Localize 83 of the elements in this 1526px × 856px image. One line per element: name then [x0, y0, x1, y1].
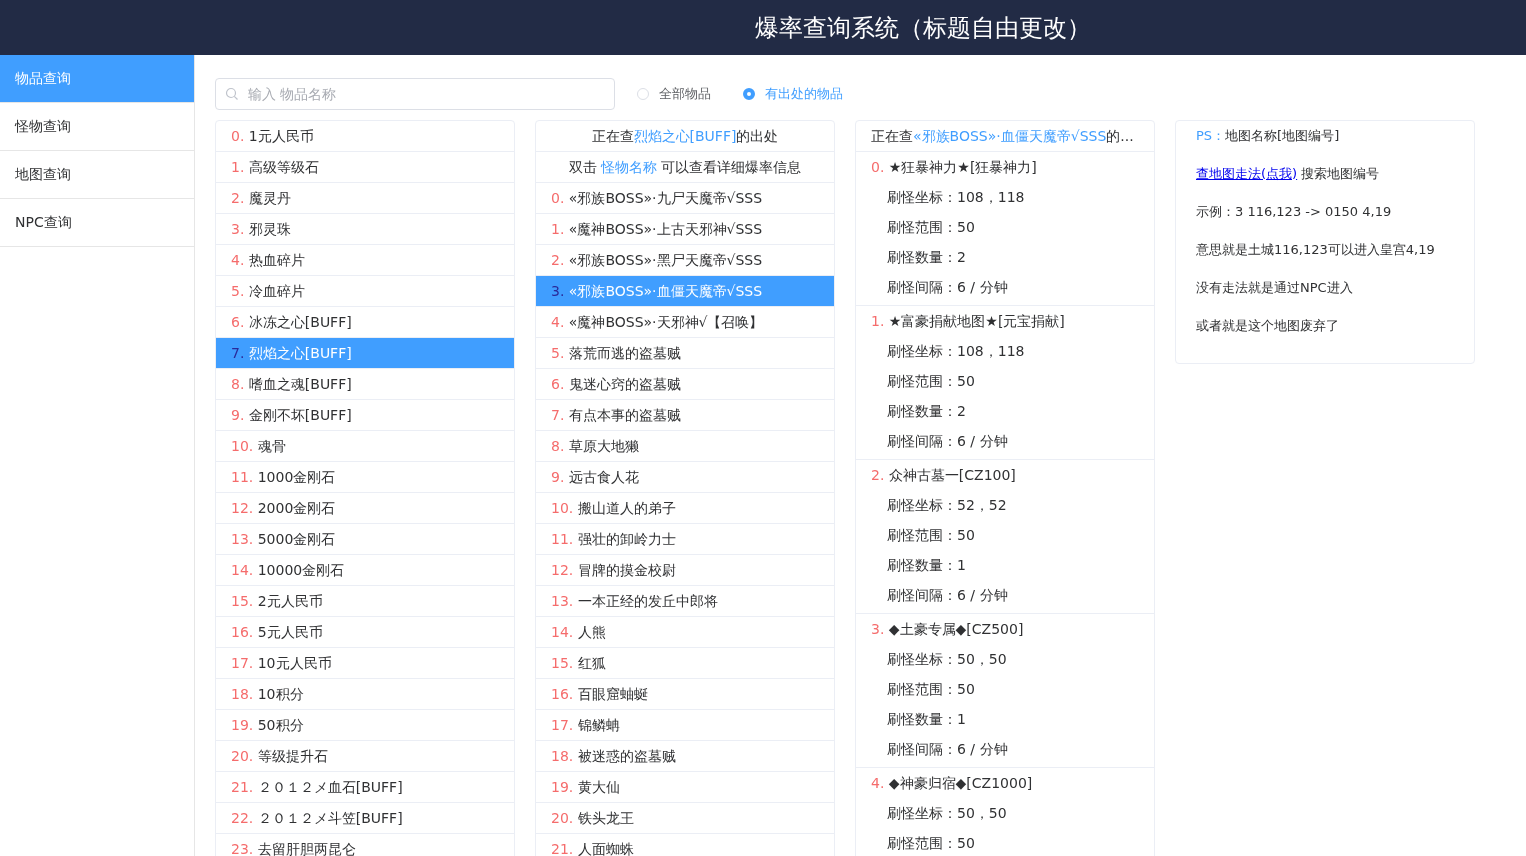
list-item[interactable]: 8. 嗜血之魂[BUFF]: [216, 369, 514, 400]
list-item[interactable]: 17. 锦鳞蚺: [536, 710, 834, 741]
map-title: 1. ★富豪捐献地图★[元宝捐献]: [870, 312, 1066, 331]
list-item[interactable]: 13. 5000金刚石: [216, 524, 514, 555]
spawn-detail: 刷怪范围：50: [886, 526, 976, 545]
spawn-detail: 刷怪范围：50: [886, 372, 976, 391]
list-item[interactable]: 18. 被迷惑的盗墓贼: [536, 741, 834, 772]
note-text: 意思就是土城116,123可以进入皇宫4,19: [1196, 241, 1436, 259]
spawn-detail: 刷怪间隔：6 / 分钟: [886, 586, 1009, 605]
list-item[interactable]: 10. 魂骨: [216, 431, 514, 462]
list-item[interactable]: 0. «邪族BOSS»·九尸天魔帝√SSS: [536, 183, 834, 214]
list-item[interactable]: 20. 等级提升石: [216, 741, 514, 772]
list-item[interactable]: 0. 1元人民币: [216, 121, 514, 152]
list-item[interactable]: 10. 搬山道人的弟子: [536, 493, 834, 524]
note-text: PS：地图名称[地图编号]: [1196, 127, 1341, 145]
list-heading: 正在查«邪族BOSS»·血僵天魔帝√SSS的...: [856, 121, 1154, 152]
list-item[interactable]: 1. «魔神BOSS»·上古天邪神√SSS: [536, 214, 834, 245]
map-title: 3. ◆土豪专属◆[CZ500]: [870, 620, 1025, 639]
sidebar-item[interactable]: 地图查询: [0, 151, 194, 199]
list-item[interactable]: 5. 落荒而逃的盗墓贼: [536, 338, 834, 369]
list-item[interactable]: 14. 10000金刚石: [216, 555, 514, 586]
list-item[interactable]: 21. ２０１２メ血石[BUFF]: [216, 772, 514, 803]
list-item[interactable]: 4. «魔神BOSS»·天邪神√【召唤】: [536, 307, 834, 338]
list-item[interactable]: 1. 高级等级石: [216, 152, 514, 183]
list-item[interactable]: 12. 2000金刚石: [216, 493, 514, 524]
list-item[interactable]: 3. «邪族BOSS»·血僵天魔帝√SSS: [536, 276, 834, 307]
spawn-detail: 刷怪间隔：6 / 分钟: [886, 432, 1009, 451]
list-item[interactable]: 9. 金刚不坏[BUFF]: [216, 400, 514, 431]
page-title: 爆率查询系统（标题自由更改）: [755, 12, 1091, 44]
list-item[interactable]: 2. 魔灵丹: [216, 183, 514, 214]
search-field[interactable]: 输入 物品名称: [215, 78, 615, 110]
list-item[interactable]: 3. 邪灵珠: [216, 214, 514, 245]
list-item[interactable]: 12. 冒牌的摸金校尉: [536, 555, 834, 586]
note-text: 没有走法就是通过NPC进入: [1196, 279, 1354, 297]
list-item[interactable]: 5. 冷血碎片: [216, 276, 514, 307]
spawn-detail: 刷怪坐标：50，50: [886, 650, 1008, 669]
list-item[interactable]: 18. 10积分: [216, 679, 514, 710]
note-text: 示例：3 116,123 -> 0150 4,19: [1196, 203, 1393, 221]
spawn-detail: 刷怪坐标：50，50: [886, 804, 1008, 823]
list-item[interactable]: 11. 强壮的卸岭力士: [536, 524, 834, 555]
list-item[interactable]: 13. 一本正经的发丘中郎将: [536, 586, 834, 617]
spawn-detail: 刷怪数量：1: [886, 556, 967, 575]
spawn-detail: 刷怪范围：50: [886, 834, 976, 853]
map-title: 4. ◆神豪归宿◆[CZ1000]: [870, 774, 1034, 793]
list-item[interactable]: 20. 铁头龙王: [536, 803, 834, 834]
map-route-link[interactable]: 查地图走法(点我): [1196, 166, 1298, 181]
list-item[interactable]: 7. 烈焰之心[BUFF]: [216, 338, 514, 369]
list-item[interactable]: 15. 2元人民币: [216, 586, 514, 617]
spawn-detail: 刷怪数量：2: [886, 248, 967, 267]
sidebar-item[interactable]: 怪物查询: [0, 103, 194, 151]
list-item[interactable]: 22. ２０１２メ斗笠[BUFF]: [216, 803, 514, 834]
spawn-detail: 刷怪间隔：6 / 分钟: [886, 740, 1009, 759]
spawn-detail: 刷怪数量：2: [886, 402, 967, 421]
list-item[interactable]: 14. 人熊: [536, 617, 834, 648]
spawn-detail: 刷怪范围：50: [886, 680, 976, 699]
list-item[interactable]: 7. 有点本事的盗墓贼: [536, 400, 834, 431]
note-text: 搜索地图编号: [1300, 166, 1380, 181]
list-item[interactable]: 19. 50积分: [216, 710, 514, 741]
list-item[interactable]: 4. 热血碎片: [216, 245, 514, 276]
list-heading: 正在查烈焰之心[BUFF]的出处: [536, 121, 834, 152]
spawn-detail: 刷怪间隔：6 / 分钟: [886, 278, 1009, 297]
spawn-detail: 刷怪坐标：108，118: [886, 188, 1026, 207]
spawn-detail: 刷怪坐标：108，118: [886, 342, 1026, 361]
list-item[interactable]: 21. 人面蜘蛛: [536, 834, 834, 856]
list-item[interactable]: 11. 1000金刚石: [216, 462, 514, 493]
list-item[interactable]: 19. 黄大仙: [536, 772, 834, 803]
list-item[interactable]: 16. 5元人民币: [216, 617, 514, 648]
list-item[interactable]: 16. 百眼窟蚰蜒: [536, 679, 834, 710]
spawn-detail: 刷怪范围：50: [886, 218, 976, 237]
list-item[interactable]: 9. 远古食人花: [536, 462, 834, 493]
sidebar-item[interactable]: NPC查询: [0, 199, 194, 247]
list-item[interactable]: 6. 鬼迷心窍的盗墓贼: [536, 369, 834, 400]
list-item[interactable]: 23. 去留肝胆两昆仑: [216, 834, 514, 856]
spawn-detail: 刷怪坐标：52，52: [886, 496, 1008, 515]
map-title: 0. ★狂暴神力★[狂暴神力]: [870, 158, 1038, 177]
map-title: 2. 众神古墓一[CZ100]: [870, 466, 1017, 485]
list-item[interactable]: 17. 10元人民币: [216, 648, 514, 679]
note-text: 或者就是这个地图废弃了: [1196, 317, 1340, 335]
list-item[interactable]: 15. 红狐: [536, 648, 834, 679]
spawn-detail: 刷怪数量：1: [886, 710, 967, 729]
list-item[interactable]: 8. 草原大地獭: [536, 431, 834, 462]
radio-option[interactable]: 全部物品: [637, 85, 711, 103]
hint-text: 双击 怪物名称 可以查看详细爆率信息: [536, 152, 834, 183]
